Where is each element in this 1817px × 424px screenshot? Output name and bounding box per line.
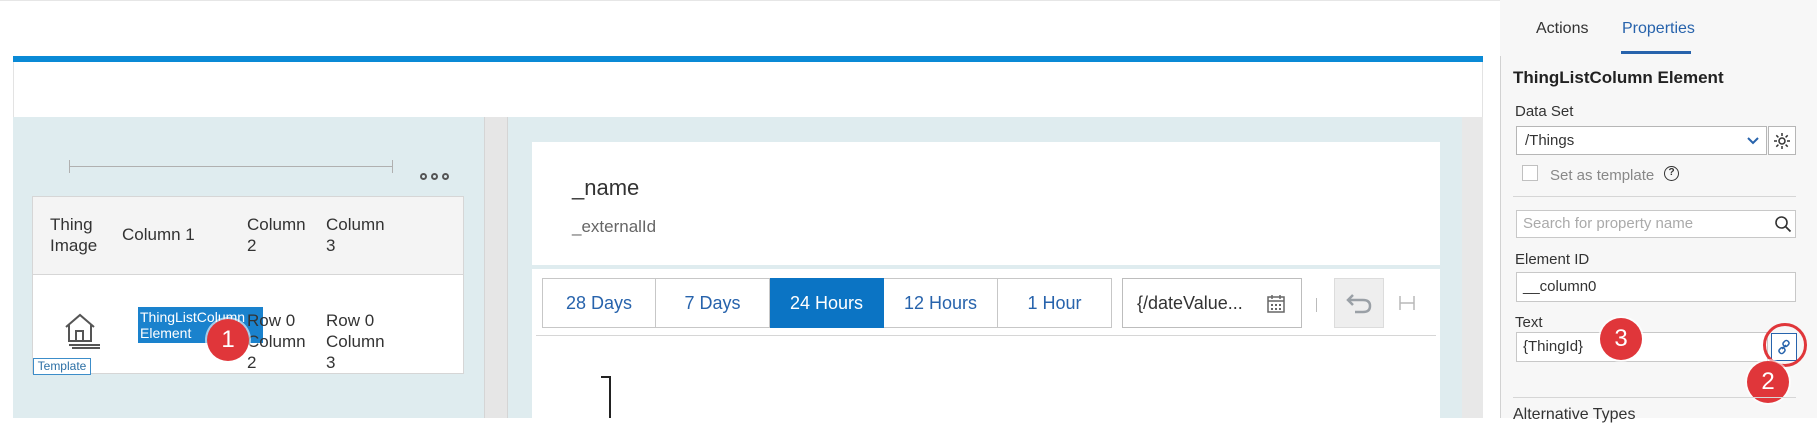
undo-button[interactable] — [1334, 278, 1384, 328]
tab-properties[interactable]: Properties — [1622, 20, 1695, 38]
h-icon — [1399, 296, 1415, 310]
active-tab-indicator — [1621, 51, 1691, 54]
segment-1-hour[interactable]: 1 Hour — [998, 278, 1112, 328]
alternative-types-label: Alternative Types — [1513, 406, 1636, 423]
text-label: Text — [1515, 314, 1543, 331]
divider — [536, 335, 1436, 336]
header-column-3[interactable]: Column 3 — [326, 214, 385, 256]
segment-12-hours[interactable]: 12 Hours — [884, 278, 998, 328]
object-subtitle[interactable]: _externalId — [572, 217, 656, 237]
scrollbar[interactable] — [1462, 117, 1483, 418]
house-image-icon — [65, 313, 100, 349]
toolbar-separator — [1316, 298, 1317, 312]
set-as-template-label: Set as template — [1550, 167, 1655, 184]
toolbar-line-cap-left — [69, 160, 70, 173]
annotation-badge-3: 3 — [1600, 318, 1642, 360]
chart-cursor — [609, 376, 611, 418]
data-set-settings-button[interactable] — [1768, 126, 1796, 155]
toolbar-line-cap-right — [392, 160, 393, 173]
canvas-header-frame — [13, 62, 1483, 117]
element-id-field[interactable]: __column0 — [1516, 272, 1796, 302]
more-dot — [441, 172, 449, 180]
text-field[interactable]: {ThingId} — [1516, 332, 1768, 362]
more-dot — [419, 172, 427, 180]
chevron-down-icon[interactable] — [1745, 132, 1761, 148]
object-header-card — [532, 142, 1440, 265]
more-dot — [430, 172, 438, 180]
h-button[interactable] — [1394, 290, 1420, 316]
property-search-input[interactable]: Search for property name — [1516, 210, 1796, 238]
data-set-select[interactable]: /Things — [1516, 126, 1767, 155]
divider — [1513, 196, 1796, 197]
thing-list-table: Thing Image Column 1 Column 2 Column 3 T… — [32, 196, 464, 375]
segment-24-hours[interactable]: 24 Hours — [770, 278, 884, 328]
help-circle-icon[interactable]: ? — [1664, 166, 1679, 181]
toolbar-line — [69, 166, 393, 167]
search-icon[interactable] — [1774, 215, 1792, 233]
table-header-row: Thing Image Column 1 Column 2 Column 3 — [33, 197, 463, 275]
object-title[interactable]: _name — [572, 175, 639, 201]
undo-icon — [1346, 294, 1372, 314]
annotation-badge-1: 1 — [207, 319, 249, 361]
header-column-2[interactable]: Column 2 — [247, 214, 306, 256]
cell-row0-column2[interactable]: Row 0 Column 2 — [247, 310, 306, 373]
panel-title: ThingListColumn Element — [1513, 68, 1724, 87]
segment-7-days[interactable]: 7 Days — [656, 278, 770, 328]
element-id-label: Element ID — [1515, 251, 1590, 268]
tab-actions[interactable]: Actions — [1536, 20, 1588, 38]
header-column-1[interactable]: Column 1 — [122, 224, 195, 245]
panel-splitter[interactable] — [484, 117, 508, 418]
header-thing-image[interactable]: Thing Image — [50, 214, 97, 256]
gear-icon — [1774, 132, 1790, 149]
template-badge: Template — [33, 358, 91, 375]
cell-row0-column3[interactable]: Row 0 Column 3 — [326, 310, 385, 373]
data-set-label: Data Set — [1515, 103, 1574, 120]
segment-28-days[interactable]: 28 Days — [542, 278, 656, 328]
more-button[interactable] — [418, 166, 450, 186]
divider — [1513, 397, 1796, 398]
time-range-selector: 28 Days 7 Days 24 Hours 12 Hours 1 Hour — [542, 278, 1112, 328]
calendar-icon[interactable] — [1266, 294, 1286, 314]
set-as-template-checkbox[interactable] — [1522, 165, 1538, 181]
